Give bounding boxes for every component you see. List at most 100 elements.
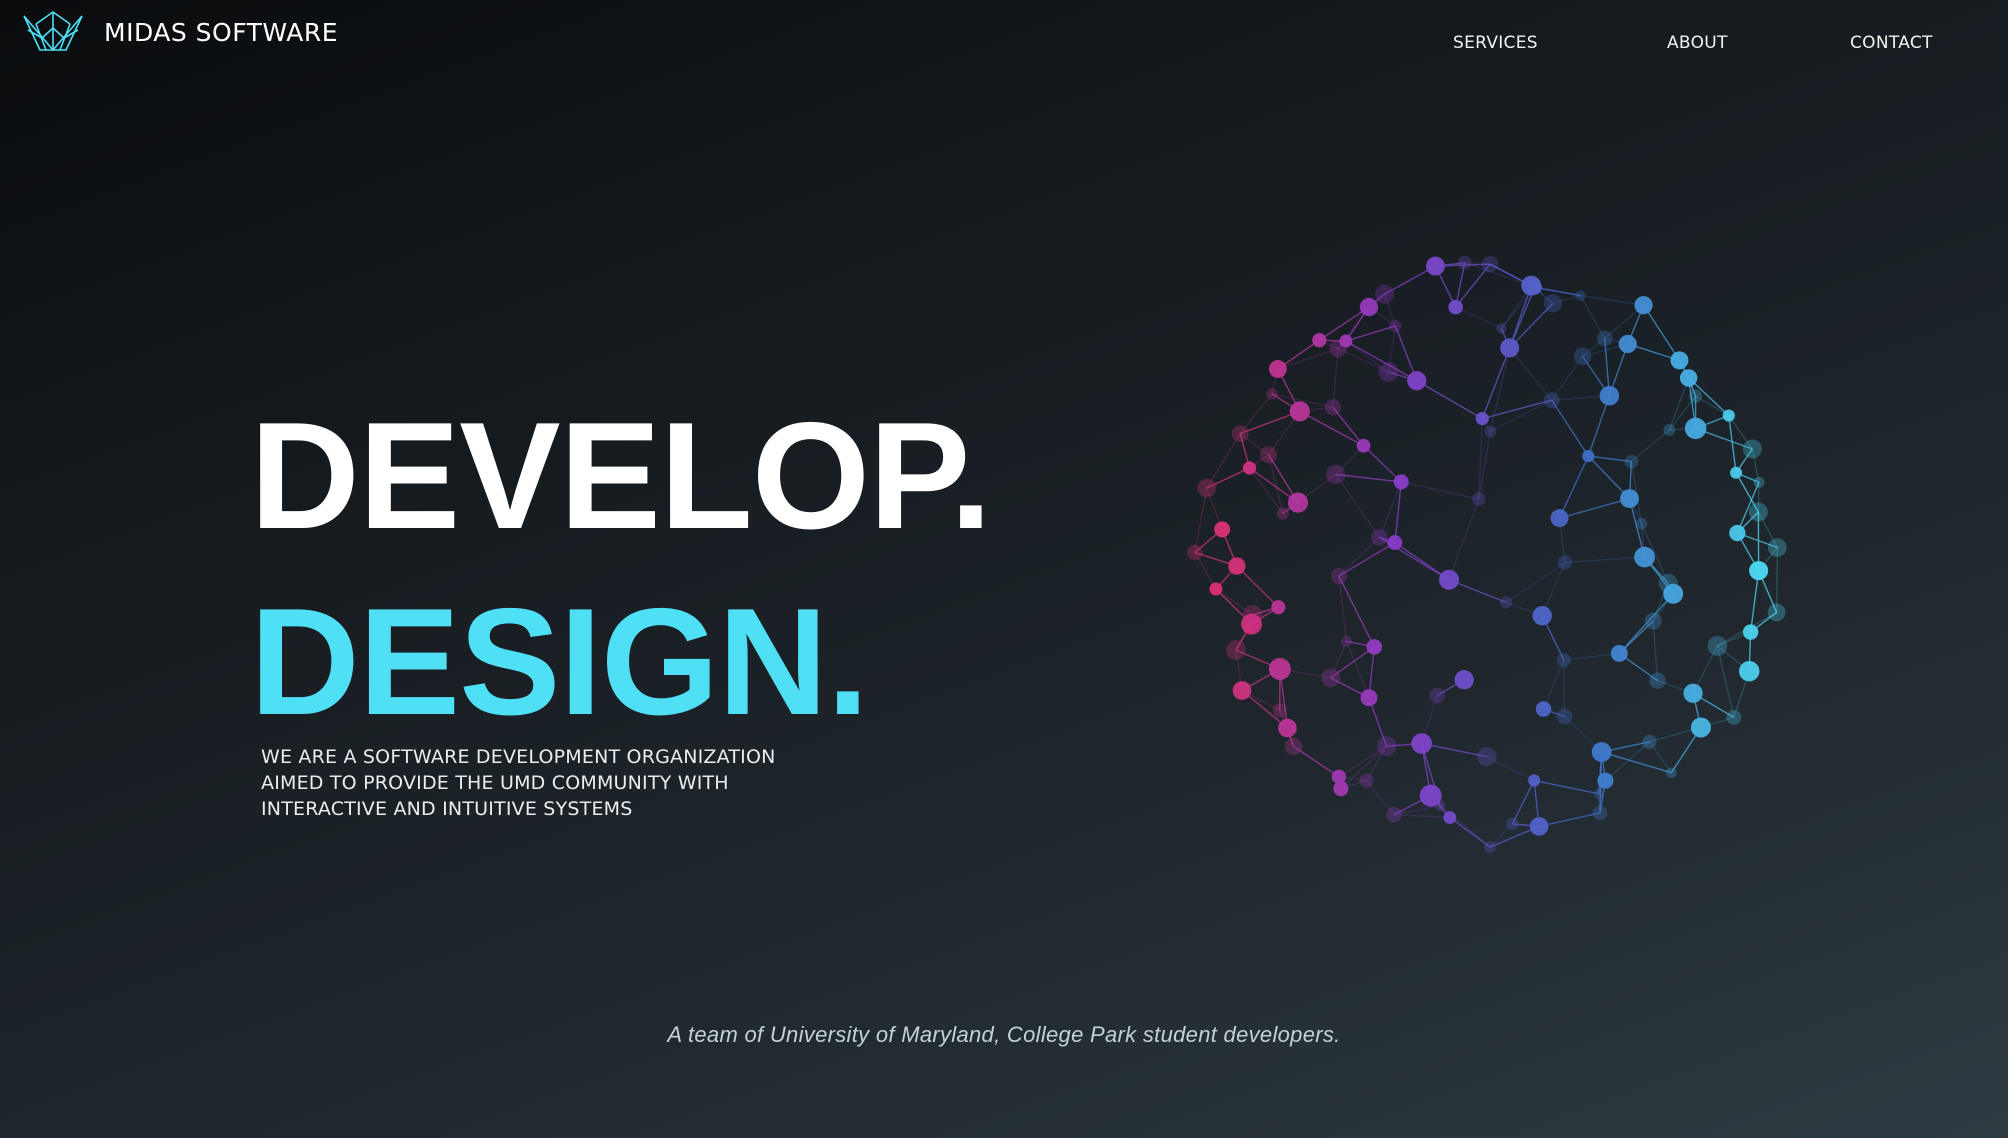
hero-headline-design: DESIGN.: [250, 577, 869, 747]
network-node: [1499, 596, 1513, 609]
network-node: [1360, 689, 1378, 707]
network-link: [1542, 659, 1565, 710]
network-node: [1284, 737, 1303, 756]
network-sphere-graphic: [1187, 255, 1787, 853]
network-node: [1610, 644, 1628, 662]
network-node: [1443, 811, 1457, 824]
network-link: [1482, 399, 1552, 420]
network-node: [1386, 806, 1402, 823]
network-node: [1730, 466, 1743, 479]
network-node: [1266, 388, 1278, 400]
network-node: [1624, 454, 1639, 469]
network-node: [1370, 529, 1388, 546]
hero-description-line: WE ARE A SOFTWARE DEVELOPMENT ORGANIZATI…: [261, 746, 776, 768]
network-node: [1226, 640, 1246, 660]
network-link: [1580, 294, 1644, 306]
hero-description: WE ARE A SOFTWARE DEVELOPMENT ORGANIZATI…: [261, 744, 776, 822]
network-node: [1635, 517, 1648, 530]
network-link: [1642, 304, 1681, 361]
network-link: [1393, 813, 1450, 819]
network-node: [1582, 449, 1595, 463]
brand-logo[interactable]: MIDAS SOFTWARE: [22, 10, 338, 54]
network-link: [1564, 556, 1645, 564]
network-link: [1604, 741, 1651, 782]
network-node: [1683, 683, 1703, 703]
network-link: [1338, 575, 1375, 648]
network-node: [1187, 544, 1203, 561]
network-node: [1378, 362, 1399, 382]
network-node: [1634, 296, 1653, 315]
network-node: [1688, 389, 1703, 403]
network-node: [1768, 538, 1787, 557]
network-node: [1330, 567, 1348, 585]
network-link: [1563, 660, 1566, 717]
network-node: [1457, 255, 1472, 270]
network-link: [1533, 779, 1599, 795]
network-node: [1484, 841, 1496, 853]
network-node: [1339, 334, 1353, 348]
network-node: [1597, 772, 1614, 789]
network-link: [1551, 399, 1589, 457]
network-node: [1448, 299, 1463, 315]
network-node: [1707, 636, 1728, 656]
network-node: [1749, 561, 1769, 581]
network-node: [1271, 600, 1286, 615]
network-node: [1543, 392, 1560, 409]
network-node: [1209, 582, 1223, 596]
network-link: [1652, 620, 1659, 681]
nav-services[interactable]: SERVICES: [1453, 33, 1538, 53]
network-link: [1363, 445, 1402, 483]
network-node: [1374, 284, 1395, 304]
network-node: [1679, 369, 1698, 387]
network-node: [1684, 417, 1707, 440]
network-node: [1665, 767, 1677, 779]
network-node: [1389, 319, 1402, 333]
network-node: [1434, 800, 1446, 811]
network-node: [1593, 788, 1604, 799]
network-node: [1663, 424, 1676, 436]
hero-description-line: AIMED TO PROVIDE THE UMD COMMUNITY WITH: [261, 772, 729, 794]
network-link: [1630, 429, 1670, 463]
network-node: [1287, 492, 1309, 513]
network-node: [1649, 672, 1666, 689]
network-node: [1475, 412, 1489, 426]
network-node: [1634, 546, 1655, 568]
network-node: [1599, 385, 1620, 406]
network-link: [1490, 399, 1553, 433]
network-node: [1767, 603, 1786, 622]
network-node: [1748, 502, 1768, 522]
network-link: [1332, 348, 1339, 408]
network-node: [1529, 817, 1549, 836]
network-node: [1387, 535, 1403, 550]
network-node: [1356, 438, 1371, 453]
network-node: [1439, 569, 1460, 590]
network-node: [1690, 717, 1711, 738]
nav-contact[interactable]: CONTACT: [1850, 33, 1933, 53]
network-link: [1335, 473, 1402, 483]
network-link: [1509, 347, 1553, 401]
network-node: [1742, 624, 1759, 640]
network-link: [1511, 780, 1535, 825]
network-node: [1722, 409, 1735, 422]
network-link: [1775, 547, 1779, 613]
network-node: [1591, 742, 1612, 762]
network-node: [1214, 521, 1231, 538]
network-node: [1557, 555, 1573, 570]
nav-about[interactable]: ABOUT: [1667, 33, 1728, 53]
network-node: [1242, 461, 1257, 475]
network-node: [1324, 399, 1342, 416]
tagline: A team of University of Maryland, Colleg…: [667, 1022, 1341, 1047]
network-node: [1411, 733, 1432, 754]
network-node: [1359, 297, 1379, 317]
network-node: [1642, 734, 1657, 749]
network-node: [1742, 439, 1762, 459]
network-link: [1338, 575, 1348, 642]
network-link: [1416, 380, 1483, 420]
network-link: [1538, 812, 1601, 828]
network-node: [1242, 605, 1263, 625]
network-node: [1321, 668, 1341, 688]
network-node: [1289, 401, 1310, 422]
network-node: [1231, 425, 1249, 443]
hero-headline-develop: DEVELOP.: [250, 391, 992, 561]
network-node: [1532, 606, 1552, 626]
